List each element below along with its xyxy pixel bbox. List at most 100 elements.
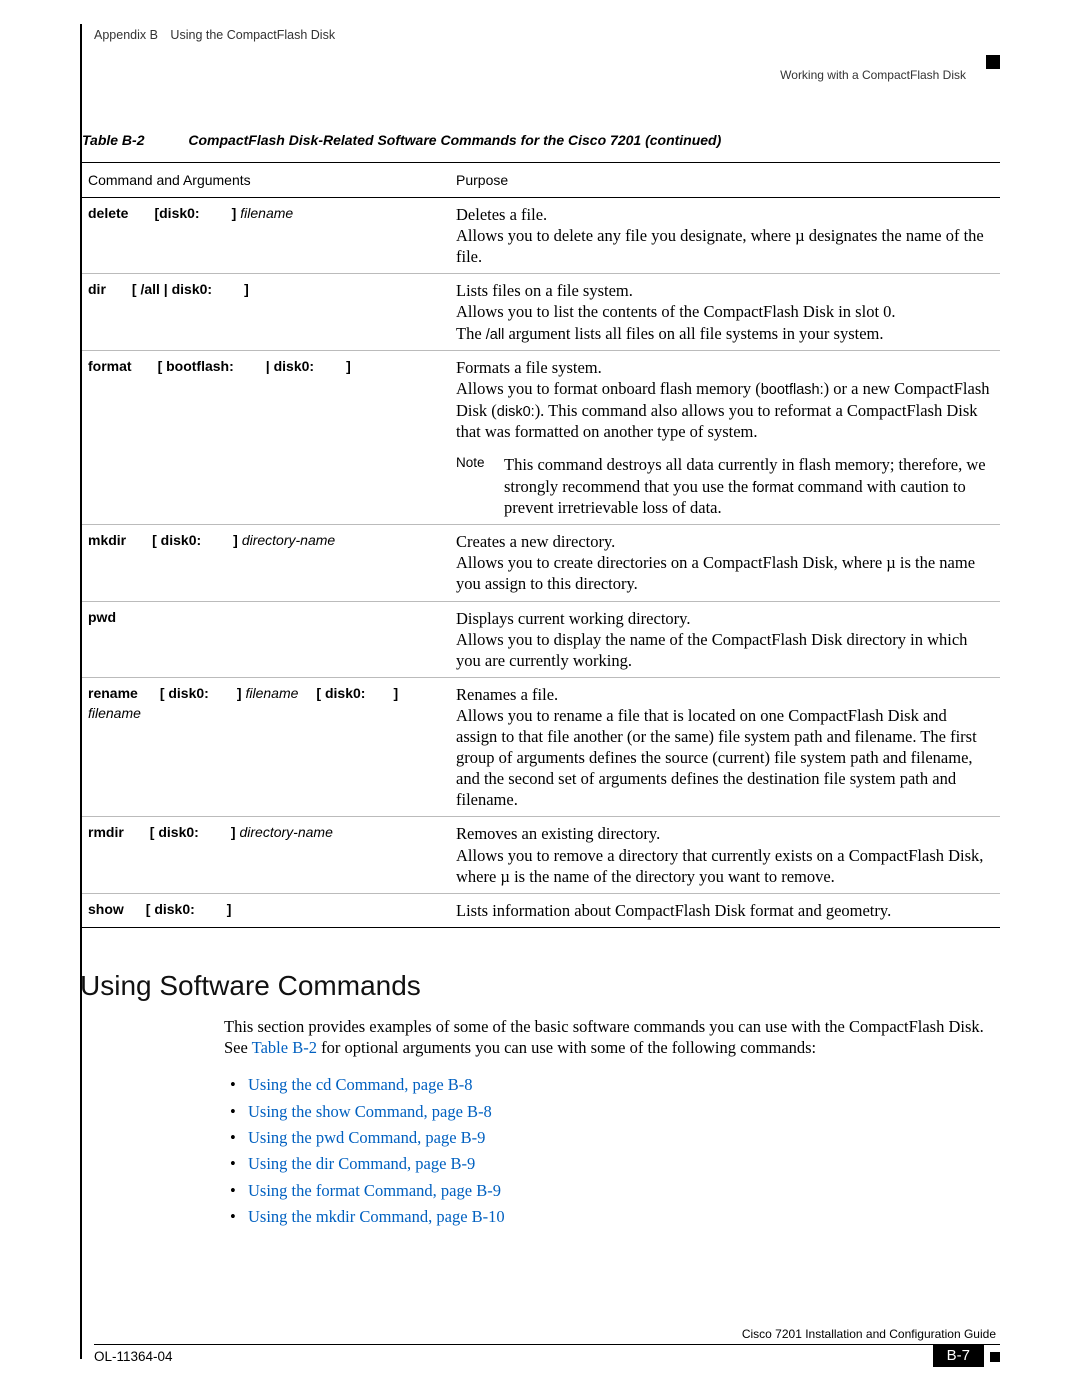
cmd-cell: rmdir [ disk0: ] directory-name <box>80 817 448 893</box>
cmd-arg: [ disk0: <box>150 824 199 840</box>
cmd-arg: ] <box>232 205 237 221</box>
commands-table: Command and Arguments Purpose delete [di… <box>80 162 1000 928</box>
purpose-line: Allows you to delete any file you design… <box>456 225 992 267</box>
xref-link[interactable]: Using the show Command, page B-8 <box>248 1102 492 1121</box>
cmd-arg: [ disk0: <box>316 685 365 701</box>
purpose-line: Allows you to create directories on a Co… <box>456 552 992 594</box>
cmd-cell: rename [ disk0: ] filename [ disk0: ] fi… <box>80 677 448 817</box>
cmd-name: pwd <box>88 609 116 625</box>
running-header-left: Appendix B Using the CompactFlash Disk <box>94 28 1000 42</box>
section-heading: Using Software Commands <box>80 970 1000 1002</box>
section-body: This section provides examples of some o… <box>224 1016 1000 1231</box>
purpose-line: Lists information about CompactFlash Dis… <box>456 900 992 921</box>
table-row: rename [ disk0: ] filename [ disk0: ] fi… <box>80 677 1000 817</box>
cmd-arg-italic: filename <box>240 205 293 221</box>
cmd-arg: ] <box>233 532 238 548</box>
purpose-cell: Deletes a file. Allows you to delete any… <box>448 198 1000 274</box>
link-list: Using the cd Command, page B-8 Using the… <box>248 1072 1000 1230</box>
footer-guide-title: Cisco 7201 Installation and Configuratio… <box>80 1327 1000 1341</box>
cmd-arg: [ disk0: <box>152 532 201 548</box>
purpose-cell: Lists files on a file system. Allows you… <box>448 274 1000 351</box>
purpose-line: Allows you to rename a file that is loca… <box>456 705 992 811</box>
xref-link[interactable]: Using the format Command, page B-9 <box>248 1181 501 1200</box>
note-label: Note <box>456 454 504 518</box>
page-number-badge: B-7 <box>933 1344 984 1367</box>
purpose-cell: Removes an existing directory. Allows yo… <box>448 817 1000 893</box>
footer-doc-number: OL-11364-04 <box>94 1349 173 1364</box>
cmd-arg: [ bootflash: <box>158 358 234 374</box>
running-header-right: Working with a CompactFlash Disk <box>80 68 966 82</box>
cmd-arg: ] <box>244 281 249 297</box>
col-header-purpose: Purpose <box>448 163 1000 198</box>
table-caption: Table B-2 CompactFlash Disk-Related Soft… <box>82 132 1000 148</box>
table-row: mkdir [ disk0: ] directory-name Creates … <box>80 525 1000 601</box>
cmd-arg-italic: directory-name <box>239 824 332 840</box>
cmd-arg: ] <box>346 358 351 374</box>
purpose-line: Formats a file system. <box>456 357 992 378</box>
footer-rule <box>94 1344 1000 1345</box>
cmd-arg: [ /all | disk0: <box>132 281 212 297</box>
purpose-line: Displays current working directory. <box>456 608 992 629</box>
xref-link[interactable]: Using the mkdir Command, page B-10 <box>248 1207 505 1226</box>
purpose-line: Allows you to remove a directory that cu… <box>456 845 992 887</box>
cmd-name: dir <box>88 281 106 297</box>
table-title: CompactFlash Disk-Related Software Comma… <box>188 132 721 148</box>
page: Appendix B Using the CompactFlash Disk W… <box>0 0 1080 1397</box>
corner-mark-icon <box>986 55 1000 69</box>
purpose-cell: Creates a new directory. Allows you to c… <box>448 525 1000 601</box>
purpose-line: The /all argument lists all files on all… <box>456 323 992 345</box>
xref-table[interactable]: Table B-2 <box>252 1038 317 1057</box>
cmd-arg: ] <box>393 685 398 701</box>
left-rule <box>80 24 82 1359</box>
table-row: pwd Displays current working directory. … <box>80 601 1000 677</box>
cmd-arg: ] <box>237 685 242 701</box>
col-header-command: Command and Arguments <box>80 163 448 198</box>
purpose-cell: Displays current working directory. Allo… <box>448 601 1000 677</box>
cmd-name: delete <box>88 205 128 221</box>
cmd-arg: | disk0: <box>266 358 314 374</box>
cmd-arg-italic: filename <box>88 705 141 721</box>
list-item: Using the cd Command, page B-8 <box>248 1072 1000 1098</box>
purpose-line: Deletes a file. <box>456 204 992 225</box>
table-row: delete [disk0: ] filename Deletes a file… <box>80 198 1000 274</box>
table-row: format [ bootflash: | disk0: ] Formats a… <box>80 351 1000 525</box>
cmd-cell: delete [disk0: ] filename <box>80 198 448 274</box>
cmd-arg: ] <box>231 824 236 840</box>
table-row: show [ disk0: ] Lists information about … <box>80 893 1000 927</box>
xref-link[interactable]: Using the dir Command, page B-9 <box>248 1154 475 1173</box>
cmd-cell: format [ bootflash: | disk0: ] <box>80 351 448 525</box>
purpose-line: Allows you to list the contents of the C… <box>456 301 992 322</box>
cmd-arg-italic: directory-name <box>242 532 335 548</box>
cmd-name: format <box>88 358 132 374</box>
table-number: Table B-2 <box>82 132 145 148</box>
list-item: Using the format Command, page B-9 <box>248 1178 1000 1204</box>
cmd-cell: pwd <box>80 601 448 677</box>
purpose-line: Renames a file. <box>456 684 992 705</box>
note-body: This command destroys all data currently… <box>504 454 992 518</box>
table-row: dir [ /all | disk0: ] Lists files on a f… <box>80 274 1000 351</box>
cmd-name: mkdir <box>88 532 126 548</box>
purpose-line: Creates a new directory. <box>456 531 992 552</box>
table-row: rmdir [ disk0: ] directory-name Removes … <box>80 817 1000 893</box>
xref-link[interactable]: Using the cd Command, page B-8 <box>248 1075 473 1094</box>
list-item: Using the mkdir Command, page B-10 <box>248 1204 1000 1230</box>
cmd-name: rmdir <box>88 824 124 840</box>
table-header-row: Command and Arguments Purpose <box>80 163 1000 198</box>
cmd-arg: [disk0: <box>154 205 199 221</box>
purpose-line: Removes an existing directory. <box>456 823 992 844</box>
cmd-name: rename <box>88 685 138 701</box>
section-intro: This section provides examples of some o… <box>224 1016 1000 1058</box>
cmd-cell: mkdir [ disk0: ] directory-name <box>80 525 448 601</box>
purpose-line: Allows you to display the name of the Co… <box>456 629 992 671</box>
cmd-cell: show [ disk0: ] <box>80 893 448 927</box>
cmd-cell: dir [ /all | disk0: ] <box>80 274 448 351</box>
cmd-arg: [ disk0: <box>160 685 209 701</box>
cmd-arg: ] <box>227 901 232 917</box>
xref-link[interactable]: Using the pwd Command, page B-9 <box>248 1128 485 1147</box>
purpose-cell: Renames a file. Allows you to rename a f… <box>448 677 1000 817</box>
cmd-arg: [ disk0: <box>146 901 195 917</box>
purpose-cell: Lists information about CompactFlash Dis… <box>448 893 1000 927</box>
list-item: Using the pwd Command, page B-9 <box>248 1125 1000 1151</box>
list-item: Using the dir Command, page B-9 <box>248 1151 1000 1177</box>
purpose-cell: Formats a file system. Allows you to for… <box>448 351 1000 525</box>
